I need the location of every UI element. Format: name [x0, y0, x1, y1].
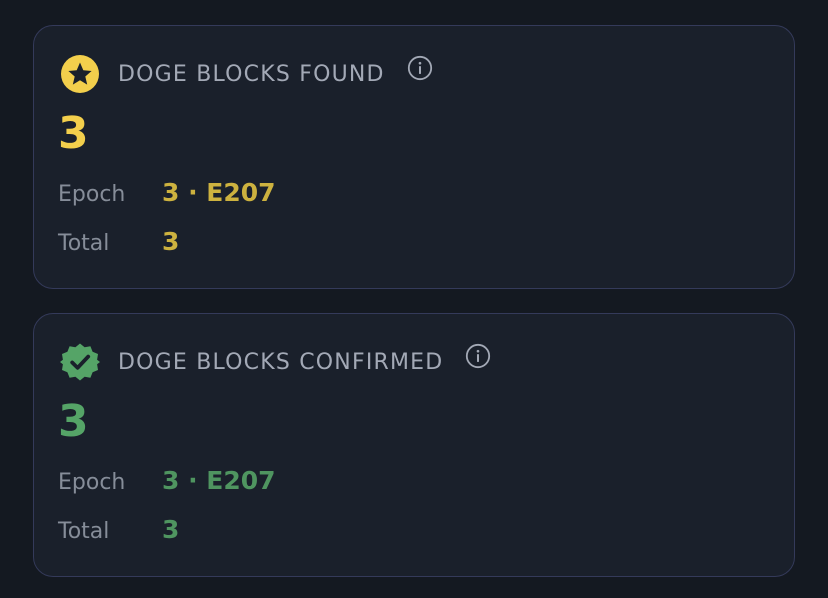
total-row: Total 3 [58, 515, 179, 544]
doge-blocks-found-card: DOGE BLOCKS FOUND 3 Epoch 3 · E207 Total… [33, 25, 795, 289]
epoch-label: Epoch [58, 182, 126, 207]
epoch-label: Epoch [58, 470, 126, 495]
star-badge-icon [60, 54, 100, 94]
epoch-row: Epoch 3 · E207 [58, 466, 276, 495]
total-label: Total [58, 231, 110, 256]
verified-check-icon [60, 342, 100, 382]
total-label: Total [58, 519, 110, 544]
card-header: DOGE BLOCKS CONFIRMED [60, 342, 491, 382]
card-title: DOGE BLOCKS FOUND [118, 61, 385, 87]
card-header: DOGE BLOCKS FOUND [60, 54, 433, 94]
info-icon[interactable] [407, 55, 433, 81]
total-row: Total 3 [58, 227, 179, 256]
card-title: DOGE BLOCKS CONFIRMED [118, 349, 444, 375]
total-value: 3 [162, 227, 180, 256]
blocks-found-value: 3 [58, 108, 89, 159]
doge-blocks-confirmed-card: DOGE BLOCKS CONFIRMED 3 Epoch 3 · E207 T… [33, 313, 795, 577]
epoch-value: 3 · E207 [162, 178, 276, 207]
info-icon[interactable] [465, 343, 491, 369]
total-value: 3 [162, 515, 180, 544]
epoch-row: Epoch 3 · E207 [58, 178, 276, 207]
blocks-confirmed-value: 3 [58, 396, 89, 447]
epoch-value: 3 · E207 [162, 466, 276, 495]
